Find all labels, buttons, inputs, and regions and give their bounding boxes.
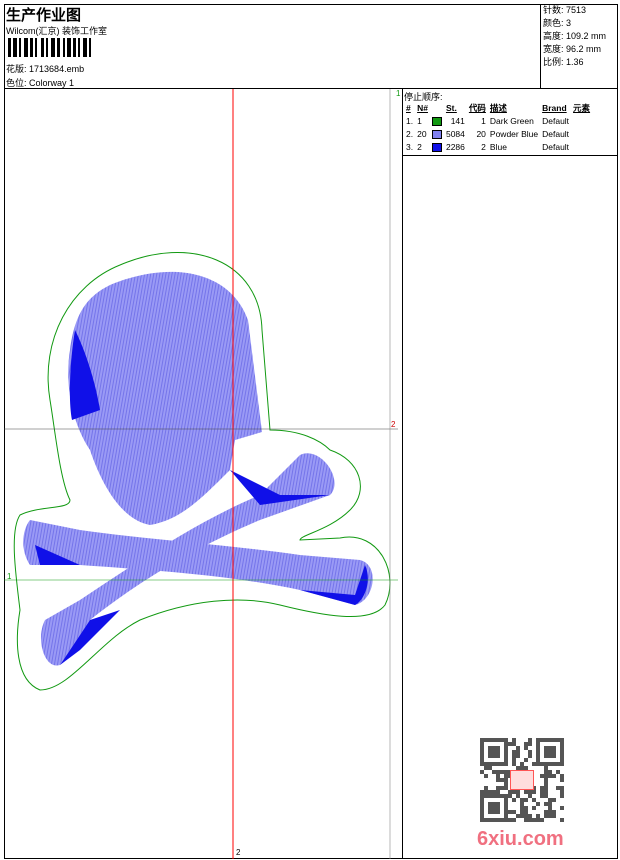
design-file: 花版: 1713684.emb bbox=[6, 62, 84, 75]
table-row: 3. 2 2286 2 Blue Default bbox=[406, 141, 570, 152]
stat-colors: 颜色: 3 bbox=[543, 18, 572, 28]
stats-box: 针数: 7513 颜色: 3 高度: 109.2 mm 宽度: 96.2 mm … bbox=[540, 4, 618, 89]
color-swatch bbox=[431, 129, 442, 139]
design-label: 花版: bbox=[6, 64, 27, 74]
table-divider bbox=[402, 155, 618, 156]
stamp-seal bbox=[510, 770, 534, 790]
table-row: 1. 1 141 1 Dark Green Default bbox=[406, 115, 570, 126]
marker-right: 2 bbox=[391, 420, 396, 429]
company-name: Wilcom(汇京) 装饰工作室 bbox=[6, 26, 107, 36]
table-row: 2. 20 5084 20 Powder Blue Default bbox=[406, 128, 570, 139]
watermark: 6xiu.com bbox=[477, 828, 564, 850]
stat-width: 宽度: 96.2 mm bbox=[543, 44, 602, 54]
marker-left: 1 bbox=[7, 572, 12, 581]
stat-height: 高度: 109.2 mm bbox=[543, 31, 607, 41]
colorway-value: Colorway 1 bbox=[29, 78, 75, 88]
colorway-label: 色位: bbox=[6, 78, 27, 88]
page-title: 生产作业图 bbox=[6, 7, 82, 24]
stat-scale: 比例: 1.36 bbox=[543, 57, 584, 67]
design-canvas bbox=[4, 89, 398, 859]
table-header: # N# St. 代码 描述 Brand 元素 bbox=[406, 102, 591, 113]
stop-sequence-table: # N# St. 代码 描述 Brand 元素 1. 1 141 1 Dark Green Def… bbox=[404, 101, 592, 153]
marker-bottom: 2 bbox=[236, 848, 241, 857]
colorway: 色位: Colorway 1 bbox=[6, 76, 74, 89]
barcode bbox=[8, 38, 140, 57]
marker-top: 1 bbox=[396, 89, 401, 98]
stat-stitches: 针数: 7513 bbox=[543, 5, 587, 15]
design-value: 1713684.emb bbox=[29, 64, 85, 74]
color-swatch bbox=[431, 116, 442, 126]
color-swatch bbox=[431, 142, 442, 152]
